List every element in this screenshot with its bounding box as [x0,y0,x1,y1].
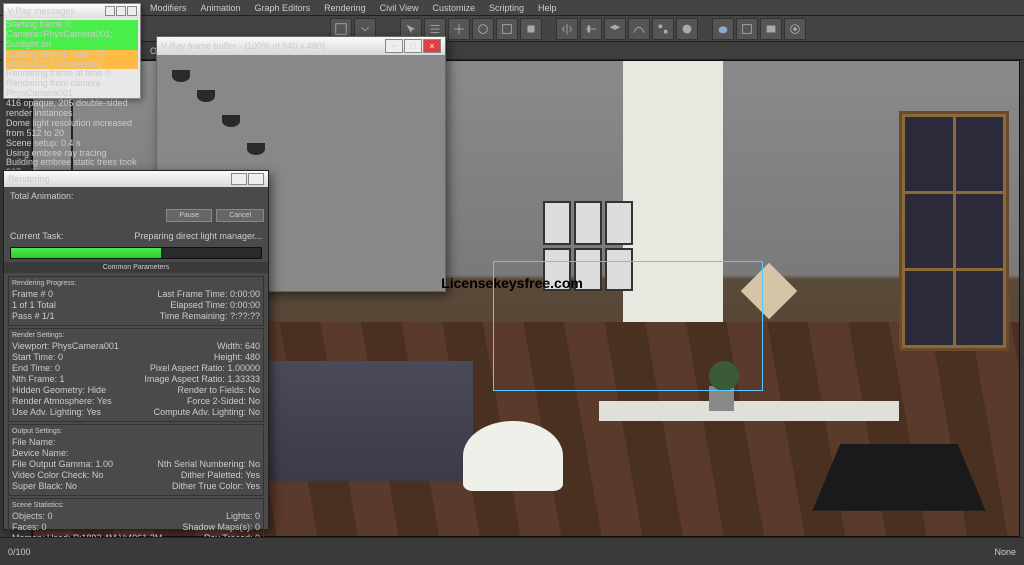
group-title: Rendering Progress: [12,280,260,287]
close-button[interactable]: × [423,39,441,53]
menu-customize[interactable]: Customize [432,3,475,13]
frame-buffer-titlebar[interactable]: V-Ray frame buffer - [100% of 640 x 480]… [157,37,445,55]
selection-filter[interactable]: None [994,547,1016,557]
close-icon[interactable] [127,6,137,16]
vray-messages-titlebar[interactable]: V-Ray messages [4,4,140,18]
rendering-titlebar[interactable]: Rendering [4,171,268,187]
minimize-button[interactable] [231,173,247,185]
vray-messages-window[interactable]: V-Ray messages Starting frame 0; Camera=… [3,3,141,99]
tool-move[interactable] [448,18,470,40]
vray-messages-title: V-Ray messages [7,6,75,16]
main-toolbar [0,16,1024,42]
menu-rendering[interactable]: Rendering [324,3,366,13]
scene-bed [253,361,473,481]
timeline-position: 0/100 [8,547,31,557]
maximize-button[interactable]: □ [404,39,422,53]
tool-rotate[interactable] [472,18,494,40]
tool-render[interactable] [784,18,806,40]
log-line: Loading texture map "45" (4096x1024 Proc… [6,50,138,70]
scene-window-right [899,111,1009,351]
tool-scale[interactable] [496,18,518,40]
status-bar: 0/100 None [0,537,1024,565]
pause-button[interactable]: Pause [166,209,212,222]
cancel-button[interactable]: Cancel [216,209,264,222]
rendering-progress-group: Rendering Progress: Frame # 0Last Frame … [8,276,264,326]
log-line: Dome light resolution increased from 512… [6,119,138,139]
scene-divider-wall [623,61,723,322]
output-settings-group: Output Settings: File Name: Device Name:… [8,424,264,496]
render-settings-group: Render Settings: Viewport: PhysCamera001… [8,328,264,422]
log-line: 416 opaque, 205 double-sided render inst… [6,99,138,119]
tool-curve-editor[interactable] [628,18,650,40]
scene-plant [709,361,739,411]
tool-render-frame[interactable] [760,18,782,40]
menu-scripting[interactable]: Scripting [489,3,524,13]
menu-graph-editors[interactable]: Graph Editors [255,3,311,13]
tool-layers[interactable] [604,18,626,40]
frame-buffer-title: V-Ray frame buffer - [100% of 640 x 480] [161,41,324,51]
minimize-icon[interactable] [105,6,115,16]
close-button[interactable] [248,173,264,185]
common-parameters-header: Common Parameters [4,262,268,273]
tool-material[interactable] [676,18,698,40]
menu-help[interactable]: Help [538,3,557,13]
maximize-icon[interactable] [116,6,126,16]
menu-modifiers[interactable]: Modifiers [150,3,187,13]
ceiling-light-icon [247,143,265,155]
log-line: Rendering from camera PhysCamera001 [6,79,138,99]
log-line: Starting frame 0; Camera=PhysCamera001; … [6,20,138,50]
teapot-icon[interactable] [712,18,734,40]
scene-laptop [812,444,985,511]
menu-animation[interactable]: Animation [201,3,241,13]
main-menu: Modifiers Animation Graph Editors Render… [0,0,1024,16]
scene-chair [463,421,573,531]
tool-schematic[interactable] [652,18,674,40]
scene-desk [599,401,899,421]
tool-align[interactable] [580,18,602,40]
total-animation-label: Total Animation: [10,191,262,201]
ribbon-bar: Object Paint Populate [0,42,1024,60]
ceiling-light-icon [222,115,240,127]
current-task-label: Current Task: [10,231,63,241]
minimize-button[interactable]: − [385,39,403,53]
ceiling-light-icon [172,70,190,82]
group-title: Output Settings: [12,428,260,435]
render-progress-bar [10,247,262,259]
current-task-value: Preparing direct light manager... [134,231,262,241]
tool-named-selection[interactable] [520,18,542,40]
rendering-title: Rendering [8,174,50,184]
menu-civil-view[interactable]: Civil View [380,3,419,13]
tool-render-setup[interactable] [736,18,758,40]
watermark-text: Licensekeysfree.com [441,275,583,291]
tool-mirror[interactable] [556,18,578,40]
group-title: Render Settings: [12,332,260,339]
group-title: Scene Statistics: [12,502,260,509]
ceiling-light-icon [197,90,215,102]
rendering-progress-window[interactable]: Rendering Total Animation: Pause Cancel … [3,170,269,530]
